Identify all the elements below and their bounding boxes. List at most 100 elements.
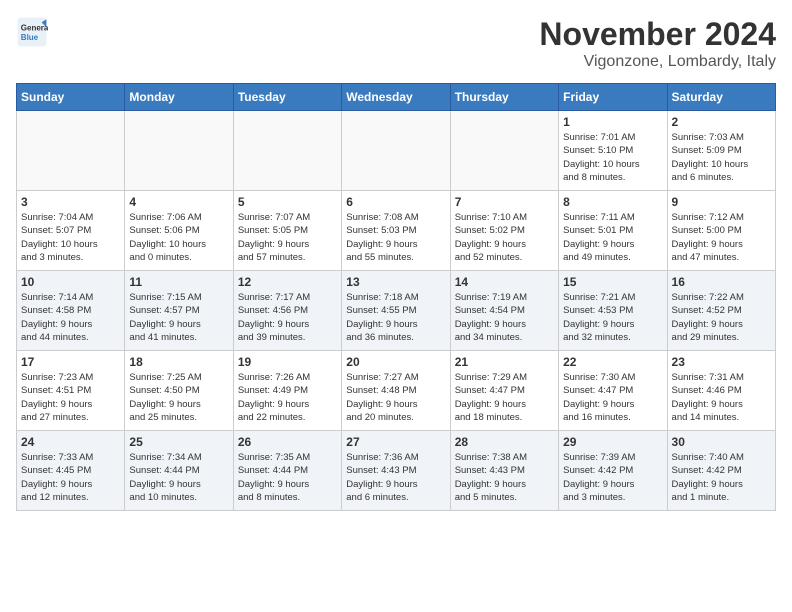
calendar-cell (233, 111, 341, 191)
calendar-cell: 19 Sunrise: 7:26 AM Sunset: 4:49 PM Dayli… (233, 351, 341, 431)
day-info: Sunrise: 7:27 AM Sunset: 4:48 PM Dayligh… (346, 371, 445, 424)
day-number: 30 (672, 435, 771, 449)
logo-icon: General Blue (16, 16, 48, 48)
calendar-table: SundayMondayTuesdayWednesdayThursdayFrid… (16, 83, 776, 511)
calendar-cell: 12 Sunrise: 7:17 AM Sunset: 4:56 PM Dayli… (233, 271, 341, 351)
day-info: Sunrise: 7:39 AM Sunset: 4:42 PM Dayligh… (563, 451, 662, 504)
day-number: 15 (563, 275, 662, 289)
day-info: Sunrise: 7:34 AM Sunset: 4:44 PM Dayligh… (129, 451, 228, 504)
day-number: 21 (455, 355, 554, 369)
day-number: 20 (346, 355, 445, 369)
calendar-cell: 17 Sunrise: 7:23 AM Sunset: 4:51 PM Dayli… (17, 351, 125, 431)
col-header-friday: Friday (559, 84, 667, 111)
day-info: Sunrise: 7:15 AM Sunset: 4:57 PM Dayligh… (129, 291, 228, 344)
day-number: 17 (21, 355, 120, 369)
calendar-cell: 11 Sunrise: 7:15 AM Sunset: 4:57 PM Dayli… (125, 271, 233, 351)
day-number: 24 (21, 435, 120, 449)
calendar-week-1: 1 Sunrise: 7:01 AM Sunset: 5:10 PM Daylig… (17, 111, 776, 191)
calendar-cell: 2Sunrise: 7:03 AM Sunset: 5:09 PM Daylig… (667, 111, 775, 191)
day-number: 28 (455, 435, 554, 449)
calendar-header-row: SundayMondayTuesdayWednesdayThursdayFrid… (17, 84, 776, 111)
calendar-cell: 21 Sunrise: 7:29 AM Sunset: 4:47 PM Dayli… (450, 351, 558, 431)
calendar-week-5: 24 Sunrise: 7:33 AM Sunset: 4:45 PM Dayli… (17, 431, 776, 511)
calendar-cell: 20 Sunrise: 7:27 AM Sunset: 4:48 PM Dayli… (342, 351, 450, 431)
calendar-cell (17, 111, 125, 191)
calendar-cell: 29 Sunrise: 7:39 AM Sunset: 4:42 PM Dayli… (559, 431, 667, 511)
day-info: Sunrise: 7:01 AM Sunset: 5:10 PM Dayligh… (563, 131, 662, 184)
calendar-cell: 14 Sunrise: 7:19 AM Sunset: 4:54 PM Dayli… (450, 271, 558, 351)
day-info: Sunrise: 7:26 AM Sunset: 4:49 PM Dayligh… (238, 371, 337, 424)
title-area: November 2024 Vigonzone, Lombardy, Italy (539, 16, 776, 71)
calendar-cell: 10Sunrise: 7:14 AM Sunset: 4:58 PM Dayli… (17, 271, 125, 351)
day-number: 11 (129, 275, 228, 289)
day-info: Sunrise: 7:31 AM Sunset: 4:46 PM Dayligh… (672, 371, 771, 424)
day-info: Sunrise: 7:30 AM Sunset: 4:47 PM Dayligh… (563, 371, 662, 424)
day-number: 9 (672, 195, 771, 209)
col-header-saturday: Saturday (667, 84, 775, 111)
day-number: 7 (455, 195, 554, 209)
day-number: 6 (346, 195, 445, 209)
calendar-week-3: 10Sunrise: 7:14 AM Sunset: 4:58 PM Dayli… (17, 271, 776, 351)
day-info: Sunrise: 7:23 AM Sunset: 4:51 PM Dayligh… (21, 371, 120, 424)
day-number: 1 (563, 115, 662, 129)
calendar-cell (450, 111, 558, 191)
day-number: 16 (672, 275, 771, 289)
calendar-cell: 26Sunrise: 7:35 AM Sunset: 4:44 PM Dayli… (233, 431, 341, 511)
calendar-cell: 16 Sunrise: 7:22 AM Sunset: 4:52 PM Dayli… (667, 271, 775, 351)
day-number: 12 (238, 275, 337, 289)
calendar-cell: 1 Sunrise: 7:01 AM Sunset: 5:10 PM Daylig… (559, 111, 667, 191)
day-number: 14 (455, 275, 554, 289)
day-info: Sunrise: 7:38 AM Sunset: 4:43 PM Dayligh… (455, 451, 554, 504)
calendar-cell: 6Sunrise: 7:08 AM Sunset: 5:03 PM Daylig… (342, 191, 450, 271)
svg-text:General: General (21, 23, 48, 32)
day-number: 13 (346, 275, 445, 289)
day-number: 29 (563, 435, 662, 449)
day-info: Sunrise: 7:06 AM Sunset: 5:06 PM Dayligh… (129, 211, 228, 264)
day-number: 19 (238, 355, 337, 369)
day-number: 10 (21, 275, 120, 289)
day-info: Sunrise: 7:25 AM Sunset: 4:50 PM Dayligh… (129, 371, 228, 424)
calendar-cell (125, 111, 233, 191)
calendar-cell (342, 111, 450, 191)
day-info: Sunrise: 7:40 AM Sunset: 4:42 PM Dayligh… (672, 451, 771, 504)
calendar-cell: 30 Sunrise: 7:40 AM Sunset: 4:42 PM Dayli… (667, 431, 775, 511)
day-info: Sunrise: 7:19 AM Sunset: 4:54 PM Dayligh… (455, 291, 554, 344)
day-info: Sunrise: 7:29 AM Sunset: 4:47 PM Dayligh… (455, 371, 554, 424)
main-title: November 2024 (539, 16, 776, 53)
day-info: Sunrise: 7:17 AM Sunset: 4:56 PM Dayligh… (238, 291, 337, 344)
day-number: 22 (563, 355, 662, 369)
calendar-cell: 15 Sunrise: 7:21 AM Sunset: 4:53 PM Dayli… (559, 271, 667, 351)
col-header-tuesday: Tuesday (233, 84, 341, 111)
day-info: Sunrise: 7:35 AM Sunset: 4:44 PM Dayligh… (238, 451, 337, 504)
col-header-thursday: Thursday (450, 84, 558, 111)
day-info: Sunrise: 7:10 AM Sunset: 5:02 PM Dayligh… (455, 211, 554, 264)
day-number: 8 (563, 195, 662, 209)
logo: General Blue (16, 16, 54, 48)
day-info: Sunrise: 7:11 AM Sunset: 5:01 PM Dayligh… (563, 211, 662, 264)
calendar-cell: 25 Sunrise: 7:34 AM Sunset: 4:44 PM Dayli… (125, 431, 233, 511)
svg-text:Blue: Blue (21, 33, 39, 42)
day-number: 25 (129, 435, 228, 449)
calendar-cell: 5 Sunrise: 7:07 AM Sunset: 5:05 PM Daylig… (233, 191, 341, 271)
calendar-cell: 8 Sunrise: 7:11 AM Sunset: 5:01 PM Daylig… (559, 191, 667, 271)
calendar-cell: 3Sunrise: 7:04 AM Sunset: 5:07 PM Daylig… (17, 191, 125, 271)
col-header-wednesday: Wednesday (342, 84, 450, 111)
day-number: 23 (672, 355, 771, 369)
day-number: 5 (238, 195, 337, 209)
day-number: 4 (129, 195, 228, 209)
calendar-cell: 22 Sunrise: 7:30 AM Sunset: 4:47 PM Dayli… (559, 351, 667, 431)
day-info: Sunrise: 7:36 AM Sunset: 4:43 PM Dayligh… (346, 451, 445, 504)
calendar-cell: 24 Sunrise: 7:33 AM Sunset: 4:45 PM Dayli… (17, 431, 125, 511)
calendar-cell: 28 Sunrise: 7:38 AM Sunset: 4:43 PM Dayli… (450, 431, 558, 511)
day-info: Sunrise: 7:33 AM Sunset: 4:45 PM Dayligh… (21, 451, 120, 504)
calendar-cell: 18Sunrise: 7:25 AM Sunset: 4:50 PM Dayli… (125, 351, 233, 431)
calendar-cell: 23 Sunrise: 7:31 AM Sunset: 4:46 PM Dayli… (667, 351, 775, 431)
day-info: Sunrise: 7:03 AM Sunset: 5:09 PM Dayligh… (672, 131, 771, 184)
day-info: Sunrise: 7:21 AM Sunset: 4:53 PM Dayligh… (563, 291, 662, 344)
day-info: Sunrise: 7:04 AM Sunset: 5:07 PM Dayligh… (21, 211, 120, 264)
day-number: 27 (346, 435, 445, 449)
calendar-cell: 27 Sunrise: 7:36 AM Sunset: 4:43 PM Dayli… (342, 431, 450, 511)
col-header-sunday: Sunday (17, 84, 125, 111)
day-info: Sunrise: 7:22 AM Sunset: 4:52 PM Dayligh… (672, 291, 771, 344)
day-info: Sunrise: 7:07 AM Sunset: 5:05 PM Dayligh… (238, 211, 337, 264)
